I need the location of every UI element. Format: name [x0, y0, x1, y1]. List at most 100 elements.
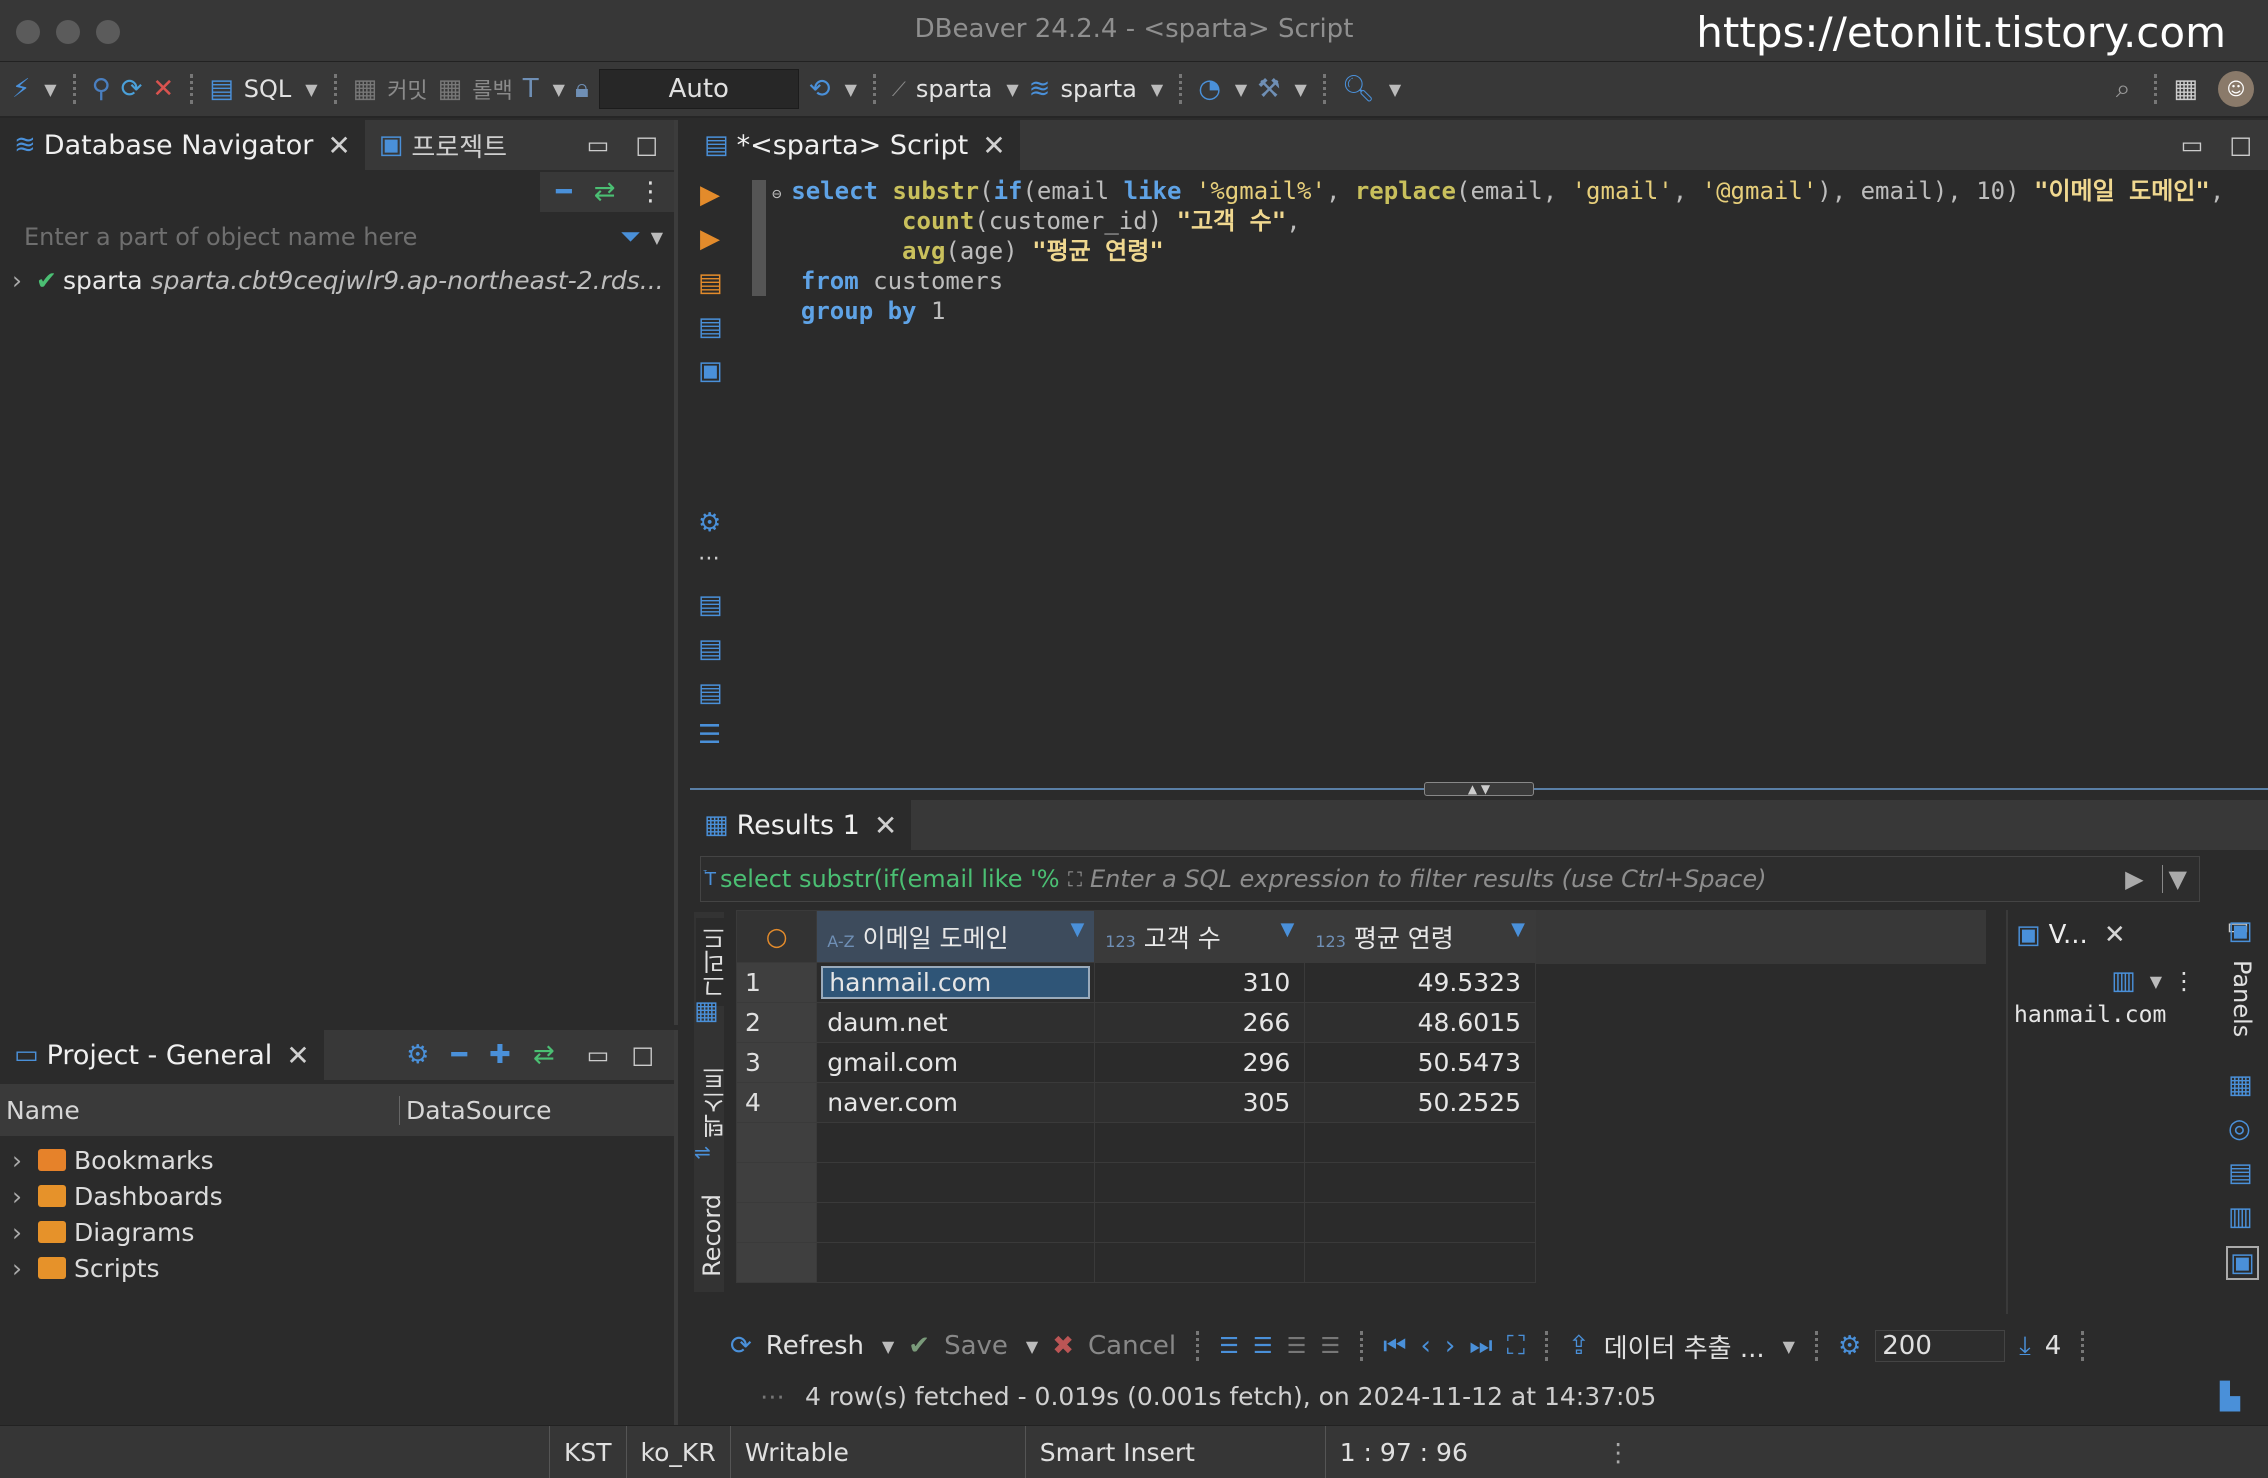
- row-number[interactable]: 3: [735, 1042, 818, 1083]
- disconnect-icon[interactable]: ✕: [152, 74, 174, 104]
- reconnect-icon[interactable]: ⟳: [121, 74, 143, 104]
- sort-icon[interactable]: ▼: [1280, 919, 1294, 940]
- minimize-icon[interactable]: ▭: [587, 131, 610, 159]
- cell-email-domain[interactable]: daum.net: [816, 1002, 1096, 1043]
- cell-email-domain[interactable]: gmail.com: [816, 1042, 1096, 1083]
- export-data-button[interactable]: 데이터 추출 ...: [1604, 1328, 1765, 1365]
- rollback-icon[interactable]: ▦: [438, 74, 463, 104]
- execute-script-new-tab-icon[interactable]: ▤: [698, 312, 723, 342]
- table-row[interactable]: 3 gmail.com 296 50.5473: [735, 1042, 1536, 1083]
- tab-sparta-script[interactable]: ▤ *<sparta> Script ✕: [690, 120, 1020, 170]
- execute-new-tab-icon[interactable]: ▶: [700, 224, 720, 254]
- panels-tab[interactable]: Panels: [2228, 960, 2256, 1037]
- export-data-icon[interactable]: ⇪: [1568, 1331, 1590, 1361]
- cell-email-domain[interactable]: hanmail.com: [816, 962, 1096, 1003]
- global-search-icon[interactable]: ⌕: [2116, 74, 2131, 105]
- status-more-icon[interactable]: ⋮: [1606, 1438, 1631, 1467]
- tab-projects[interactable]: ▣ 프로젝트: [365, 120, 521, 170]
- outline-icon[interactable]: ☰: [698, 720, 721, 750]
- value-viewer-content[interactable]: hanmail.com: [2008, 1002, 2206, 1028]
- content-viewer-icon[interactable]: ▥: [2111, 966, 2136, 996]
- perspective-icon[interactable]: ▦: [2173, 74, 2198, 104]
- configure-icon[interactable]: ⚙: [406, 1040, 429, 1070]
- table-row[interactable]: 4 naver.com 305 50.2525: [735, 1082, 1536, 1123]
- references-icon[interactable]: ▦: [2228, 1070, 2253, 1100]
- more-icon[interactable]: ⋯: [698, 546, 720, 571]
- edit-row-icon[interactable]: ☰: [1219, 1334, 1239, 1359]
- link-editor-icon[interactable]: ⇄: [594, 177, 616, 207]
- transaction-mode-icon[interactable]: T: [523, 74, 539, 104]
- navigator-filter-input[interactable]: Enter a part of object name here ⏷ ▼: [8, 212, 663, 262]
- minimize-icon[interactable]: ▭: [587, 1041, 610, 1069]
- sql-button[interactable]: SQL: [244, 75, 292, 103]
- tab-results-1[interactable]: ▦ Results 1 ✕: [690, 800, 912, 850]
- filter-icon[interactable]: ⏷: [620, 222, 641, 253]
- first-page-icon[interactable]: ⏮: [1383, 1331, 1406, 1362]
- variables-icon[interactable]: ▤: [698, 678, 723, 708]
- transaction-mode-field[interactable]: Auto: [598, 69, 799, 109]
- sql-editor-icon[interactable]: ▤: [209, 74, 234, 104]
- cell-customer-count[interactable]: 296: [1094, 1042, 1306, 1083]
- tree-item-bookmarks[interactable]: › Bookmarks: [12, 1142, 674, 1178]
- expand-chevron-icon[interactable]: ›: [12, 266, 22, 295]
- more-menu-icon[interactable]: ⋮: [2172, 967, 2196, 995]
- connect-icon[interactable]: ⚲: [92, 74, 111, 104]
- column-header-average-age[interactable]: 123 평균 연령 ▼: [1304, 910, 1536, 963]
- more-menu-icon[interactable]: ⋮: [637, 177, 663, 207]
- save-button[interactable]: Save: [944, 1331, 1008, 1361]
- row-number[interactable]: 1: [735, 962, 818, 1003]
- tab-database-navigator[interactable]: ≋ Database Navigator ✕: [0, 120, 365, 170]
- close-icon[interactable]: ✕: [286, 1039, 309, 1072]
- active-schema-selector[interactable]: sparta: [1060, 75, 1136, 103]
- expand-chevron-icon[interactable]: ›: [12, 1146, 22, 1175]
- cell-average-age[interactable]: 49.5323: [1304, 962, 1536, 1003]
- collapse-icon[interactable]: ━: [451, 1040, 467, 1070]
- minimize-icon[interactable]: ▭: [2181, 131, 2204, 159]
- refresh-icon[interactable]: ⟳: [730, 1331, 752, 1361]
- panel-layout-icon[interactable]: ▙: [2220, 1382, 2240, 1412]
- cancel-icon[interactable]: ✖: [1052, 1331, 1074, 1361]
- tree-item-dashboards[interactable]: › Dashboards: [12, 1178, 674, 1214]
- cell-customer-count[interactable]: 266: [1094, 1002, 1306, 1043]
- aggregate-icon[interactable]: ◎: [2228, 1114, 2251, 1144]
- value-viewer-toggle-icon[interactable]: ▣: [2226, 1246, 2259, 1280]
- previous-page-icon[interactable]: ‹: [1420, 1331, 1430, 1361]
- delete-row-icon[interactable]: ☰: [1320, 1334, 1340, 1359]
- add-icon[interactable]: ✚: [489, 1040, 511, 1070]
- search-icon[interactable]: 🔍︎: [1342, 74, 1375, 104]
- fetch-all-icon[interactable]: ⛶: [1507, 1331, 1525, 1362]
- settings-icon[interactable]: ⚙: [1838, 1331, 1861, 1361]
- new-connection-icon[interactable]: ⚡: [12, 74, 30, 104]
- fetch-size-input[interactable]: 200: [1875, 1330, 2006, 1362]
- apply-filter-icon[interactable]: ▶: [2125, 865, 2143, 893]
- cancel-button[interactable]: Cancel: [1088, 1331, 1176, 1361]
- table-row[interactable]: 2 daum.net 266 48.6015: [735, 1002, 1536, 1043]
- column-header-email-domain[interactable]: A-Z 이메일 도메인 ▼: [816, 910, 1096, 963]
- lock-icon[interactable]: 🔒︎: [575, 74, 589, 105]
- results-filter-input[interactable]: Enter a SQL expression to filter results…: [1090, 865, 2125, 893]
- tab-text-view[interactable]: 텍스트: [696, 1058, 735, 1146]
- next-page-icon[interactable]: ›: [1445, 1331, 1455, 1361]
- cell-average-age[interactable]: 50.2525: [1304, 1082, 1536, 1123]
- expand-chevron-icon[interactable]: ›: [12, 1254, 22, 1283]
- load-script-icon[interactable]: ▤: [698, 634, 723, 664]
- active-connection-selector[interactable]: sparta: [916, 75, 992, 103]
- tree-item-diagrams[interactable]: › Diagrams: [12, 1214, 674, 1250]
- close-icon[interactable]: ✕: [982, 129, 1005, 162]
- splitter-handle[interactable]: ▲ ▼: [1424, 782, 1534, 796]
- copy-row-icon[interactable]: ☰: [1287, 1334, 1307, 1359]
- grouping-icon[interactable]: ▥: [2228, 1202, 2253, 1232]
- export-icon[interactable]: ▤: [698, 590, 723, 620]
- value-viewer-title[interactable]: V...: [2049, 920, 2088, 950]
- close-icon[interactable]: ✕: [874, 809, 897, 842]
- filter-history-icon[interactable]: ▼: [2161, 865, 2187, 893]
- metadata-icon[interactable]: ▤: [2228, 1158, 2253, 1188]
- add-row-icon[interactable]: ☰: [1253, 1334, 1273, 1359]
- maximize-icon[interactable]: □: [631, 1041, 654, 1069]
- rollback-button[interactable]: 롤백: [472, 73, 512, 105]
- tab-record-view[interactable]: Record: [696, 1190, 728, 1281]
- row-select-all[interactable]: ○: [735, 910, 818, 963]
- settings-icon[interactable]: ⚙: [698, 508, 721, 538]
- refresh-button[interactable]: Refresh: [766, 1331, 864, 1361]
- dashboard-icon[interactable]: ◔: [1198, 74, 1221, 104]
